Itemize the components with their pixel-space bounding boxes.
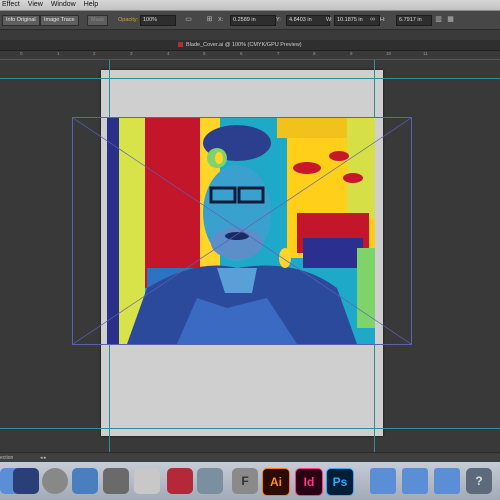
dock-app-icon[interactable] [197, 468, 223, 494]
x-label: X: [218, 17, 224, 23]
screen-sharing-icon[interactable] [72, 468, 98, 494]
dock: F Ai Id Ps ? [0, 462, 500, 500]
h-field[interactable]: 6.7917 in [396, 15, 432, 26]
status-text: ection [0, 455, 14, 461]
align-icon[interactable]: ▥ [434, 15, 443, 24]
ruler-tick: 8 [313, 51, 316, 56]
x-field[interactable]: 0.2589 in [230, 15, 276, 26]
ruler-tick: 7 [277, 51, 280, 56]
menu-view[interactable]: View [28, 0, 43, 10]
transform-icon[interactable]: ▦ [446, 15, 455, 24]
ruler-tick: 1 [57, 51, 60, 56]
ruler-tick: 10 [386, 51, 392, 56]
control-bar: Info Original Image Trace Mask Opacity: … [0, 11, 500, 30]
close-icon[interactable] [178, 42, 183, 48]
document-tab-title: Blade_Cover.ai @ 100% (CMYK/GPU Preview) [186, 42, 302, 48]
y-label: Y: [276, 17, 281, 23]
folder-icon[interactable] [370, 468, 396, 494]
menu-effect[interactable]: Effect [2, 0, 20, 10]
indesign-icon[interactable]: Id [295, 468, 323, 496]
ruler-tick: 4 [167, 51, 170, 56]
mask-button[interactable]: Mask [87, 15, 109, 26]
reference-point-icon[interactable]: ⊞ [205, 15, 214, 24]
selection-bounding-box[interactable] [72, 117, 412, 345]
horizontal-ruler[interactable]: 0 1 2 3 4 5 6 7 8 9 10 11 [0, 51, 500, 60]
style-swatch-icon[interactable]: ▭ [184, 15, 193, 24]
help-icon[interactable]: ? [466, 468, 492, 494]
ruler-tick: 5 [203, 51, 206, 56]
folder-icon[interactable] [434, 468, 460, 494]
h-label: H: [380, 17, 386, 23]
link-icon[interactable]: ∞ [368, 15, 377, 24]
menu-help[interactable]: Help [84, 0, 98, 10]
ruler-tick: 9 [350, 51, 353, 56]
embed-button[interactable]: Info Original [2, 15, 40, 26]
opacity-label: Opacity: [118, 17, 139, 23]
image-trace-button[interactable]: Image Trace [40, 15, 79, 26]
opacity-field[interactable]: 100% [140, 15, 176, 26]
folder-icon[interactable] [402, 468, 428, 494]
bounding-box-diagonals [73, 118, 411, 344]
launchpad-icon[interactable] [42, 468, 68, 494]
ruler-tick: 11 [423, 51, 428, 56]
y-field[interactable]: 4.8403 in [286, 15, 330, 26]
illustrator-icon[interactable]: Ai [262, 468, 290, 496]
photo-booth-icon[interactable] [103, 468, 129, 494]
menu-window[interactable]: Window [51, 0, 76, 10]
guide[interactable] [0, 428, 500, 429]
tab-bar: Blade_Cover.ai @ 100% (CMYK/GPU Preview) [0, 40, 500, 51]
w-label: W: [326, 17, 333, 23]
photoshop-icon[interactable]: Ps [326, 468, 354, 496]
guide[interactable] [0, 78, 500, 79]
preview-icon[interactable] [134, 468, 160, 494]
menu-bar: Effect View Window Help [0, 0, 500, 11]
ruler-tick: 0 [20, 51, 23, 56]
ruler-tick: 6 [240, 51, 243, 56]
dock-app-icon[interactable] [13, 468, 39, 494]
ruler-tick: 2 [93, 51, 96, 56]
fontbook-icon[interactable]: F [232, 468, 258, 494]
status-arrows[interactable]: ◂ ▸ [40, 455, 46, 461]
document-tab[interactable]: Blade_Cover.ai @ 100% (CMYK/GPU Preview) [178, 41, 302, 49]
dock-app-icon[interactable] [167, 468, 193, 494]
ruler-tick: 3 [130, 51, 133, 56]
